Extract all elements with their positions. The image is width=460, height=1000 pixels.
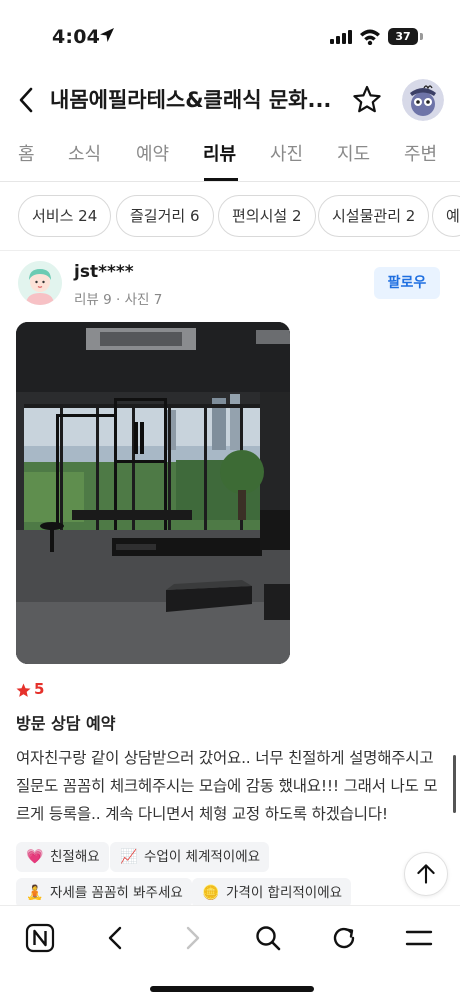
review-title: 방문 상담 예약: [16, 714, 116, 733]
follow-button[interactable]: 팔로우: [374, 267, 440, 299]
tab-reviews[interactable]: 리뷰: [203, 140, 236, 166]
place-header: 내몸에필라테스&클래식 문화...: [0, 74, 460, 126]
battery-icon: 37: [388, 28, 418, 45]
active-tab-indicator: [204, 178, 238, 181]
place-title: 내몸에필라테스&클래식 문화...: [50, 88, 332, 112]
rating-star-icon: [16, 683, 31, 697]
back-button[interactable]: [10, 82, 46, 118]
reviewer-name[interactable]: jst****: [74, 262, 134, 282]
tab-photos[interactable]: 사진: [270, 140, 303, 166]
menu-icon[interactable]: [401, 920, 437, 956]
naver-home-button[interactable]: [22, 920, 58, 956]
scroll-to-top-button[interactable]: [404, 852, 448, 896]
cellular-signal-icon: [330, 30, 352, 44]
browser-back-button[interactable]: [98, 920, 134, 956]
home-indicator[interactable]: [150, 986, 314, 992]
review-tag-label: 가격이 합리적이에요: [226, 885, 343, 901]
tab-home[interactable]: 홈: [18, 140, 35, 166]
browser-forward-button[interactable]: [174, 920, 210, 956]
filter-chip-service[interactable]: 서비스 24: [18, 195, 112, 237]
reviewer-avatar[interactable]: [18, 261, 62, 305]
filter-chip-amenities[interactable]: 편의시설 2: [218, 195, 316, 237]
review-body[interactable]: 여자친구랑 같이 상담받으러 갔어요.. 너무 친절하게 설명해주시고 질문도 …: [16, 744, 446, 828]
tab-bar: 홈 소식 예약 리뷰 사진 지도 주변: [0, 134, 460, 182]
tab-nearby[interactable]: 주변: [404, 140, 437, 166]
coins-icon: 🪙: [202, 885, 220, 901]
chart-icon: 📈: [120, 849, 138, 865]
refresh-icon[interactable]: [326, 920, 362, 956]
reviewer-stats: 리뷰 9 · 사진 7: [74, 292, 163, 308]
tab-booking[interactable]: 예약: [136, 140, 169, 166]
stretch-icon: 🧘: [26, 885, 44, 901]
filter-chip-facility[interactable]: 시설물관리 2: [318, 195, 430, 237]
tab-news[interactable]: 소식: [68, 140, 101, 166]
review-tag-label: 자세를 꼼꼼히 봐주세요: [50, 885, 183, 901]
scrollbar-thumb[interactable]: [453, 755, 456, 813]
review-tag-label: 수업이 체계적이에요: [144, 849, 261, 865]
review-photo[interactable]: [16, 322, 290, 664]
review-tag: 💗 친절해요: [16, 842, 109, 872]
tab-map[interactable]: 지도: [337, 140, 370, 166]
review-tag: 🧘 자세를 꼼꼼히 봐주세요: [16, 878, 192, 908]
heart-icon: 💗: [26, 849, 44, 865]
search-icon[interactable]: [250, 920, 286, 956]
user-avatar-button[interactable]: [402, 79, 444, 121]
review-tag: 📈 수업이 체계적이에요: [110, 842, 270, 872]
review-tag: 🪙 가격이 합리적이에요: [192, 878, 352, 908]
review-tag-label: 친절해요: [50, 849, 100, 865]
status-time: 4:04: [52, 26, 101, 48]
rating-value: 5: [34, 680, 45, 698]
review-filter-chips: 서비스 24 즐길거리 6 편의시설 2 시설물관리 2 예: [0, 194, 460, 240]
location-arrow-icon: [100, 28, 114, 42]
filter-chip-activities[interactable]: 즐길거리 6: [116, 195, 214, 237]
battery-nub: [420, 33, 423, 40]
favorite-star-button[interactable]: [350, 83, 384, 117]
status-bar: 4:04 37: [0, 0, 460, 74]
browser-toolbar: [0, 905, 460, 1000]
battery-level: 37: [395, 30, 411, 43]
filter-chip-more[interactable]: 예: [432, 195, 460, 237]
wifi-icon: [360, 29, 380, 45]
divider: [0, 250, 460, 251]
